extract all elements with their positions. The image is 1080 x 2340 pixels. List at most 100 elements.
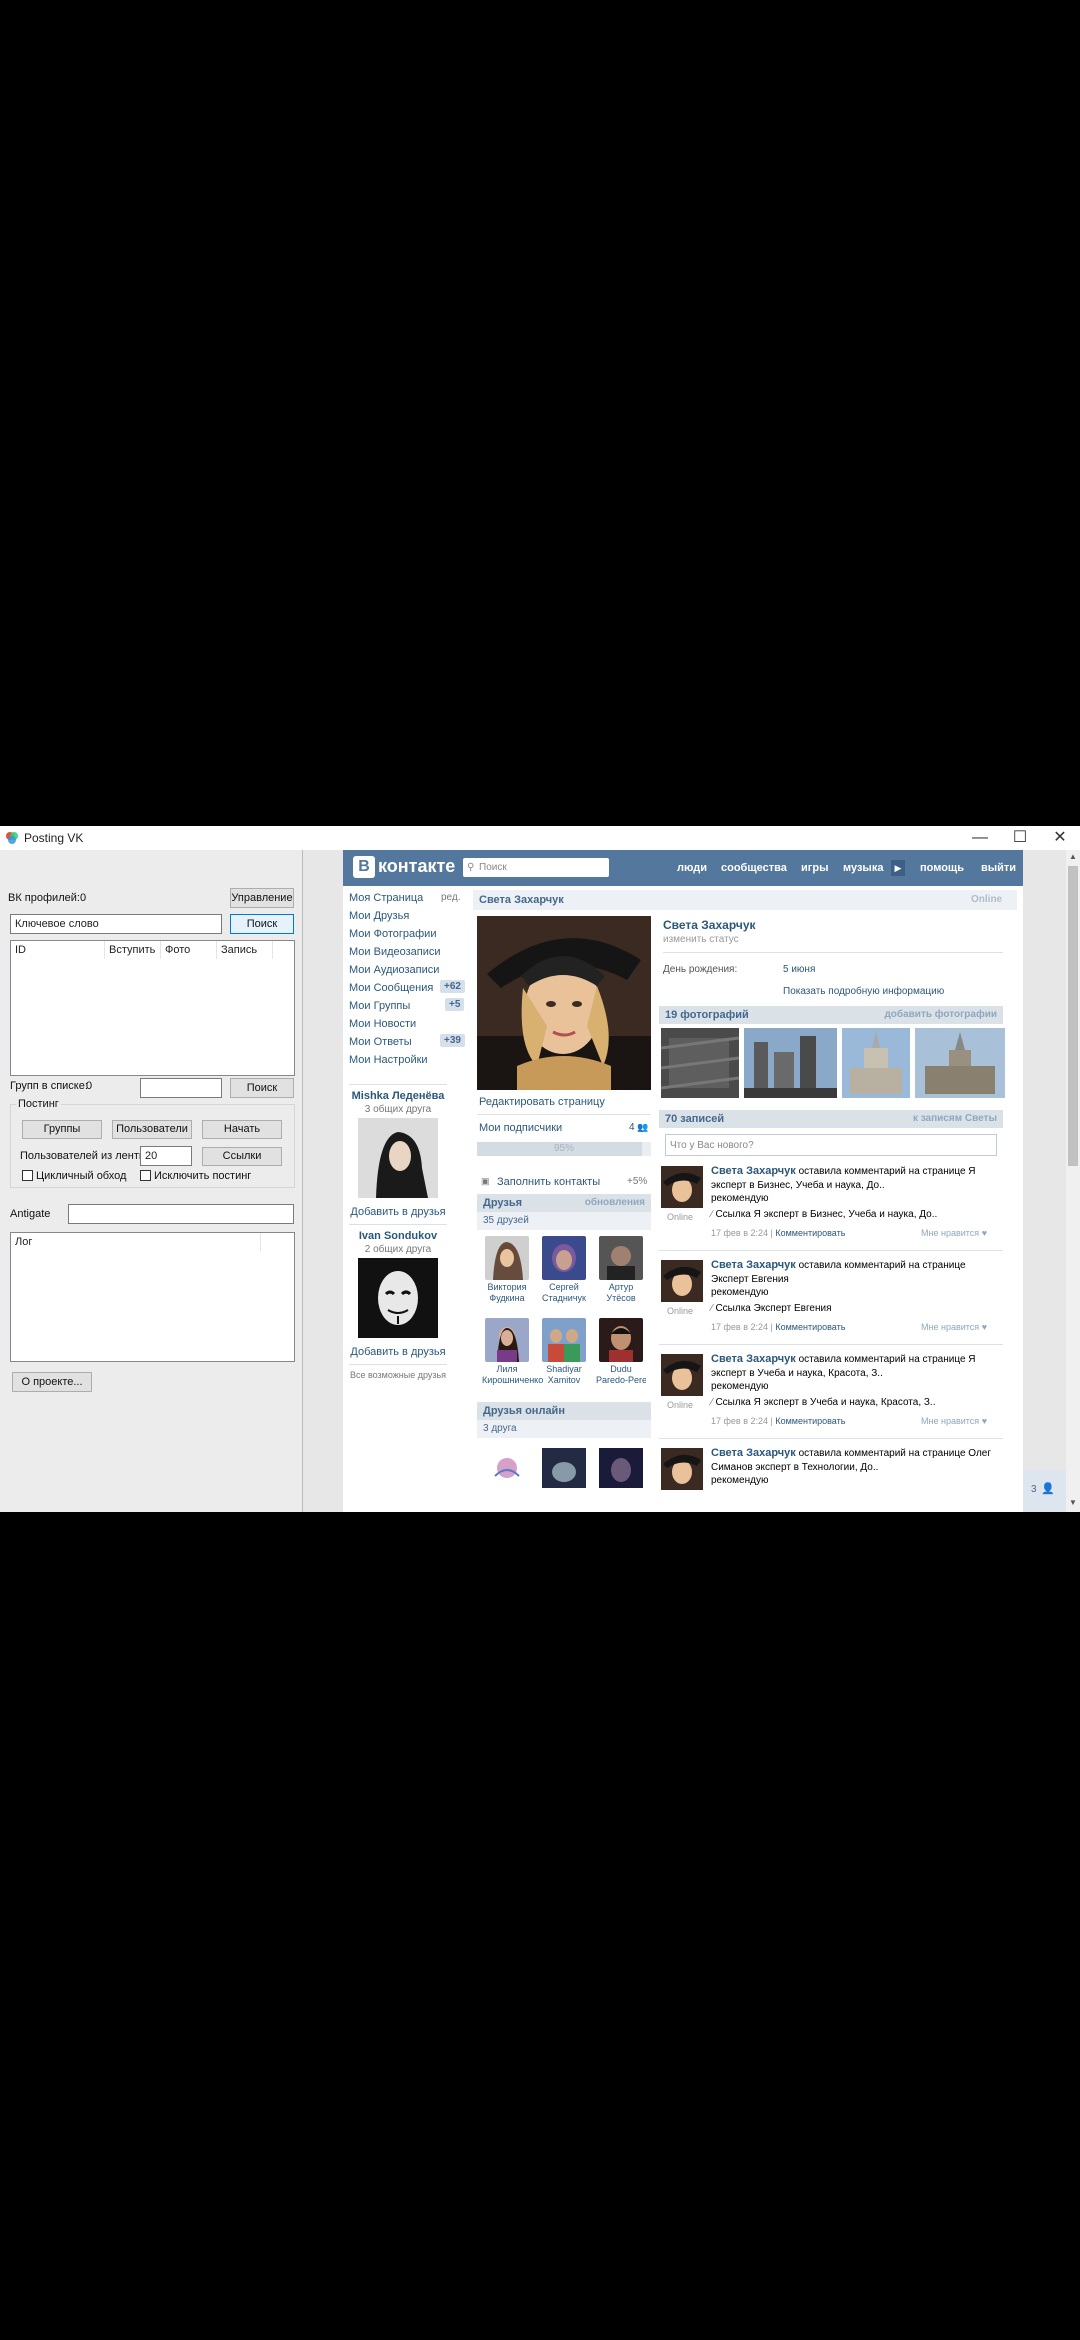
column-header-id[interactable]: ID	[11, 941, 105, 959]
column-header-join[interactable]: Вступить	[105, 941, 161, 959]
maximize-button[interactable]: ☐	[1000, 826, 1040, 850]
photo-thumb[interactable]	[661, 1028, 739, 1098]
menu-my-videos[interactable]: Мои Видеозаписи	[349, 946, 441, 958]
about-button[interactable]: О проекте...	[12, 1372, 92, 1392]
post-author-avatar[interactable]	[661, 1166, 703, 1208]
whats-new-input[interactable]: Что у Вас нового?	[665, 1134, 997, 1156]
post-author-name[interactable]: Света Захарчук	[711, 1165, 796, 1177]
vk-search-input[interactable]: ⚲ Поиск	[463, 858, 609, 877]
menu-my-answers[interactable]: Мои Ответы	[349, 1036, 412, 1048]
friend-first-name[interactable]: Лиля	[482, 1364, 532, 1375]
online-friend-photo[interactable]	[599, 1448, 643, 1488]
minimize-button[interactable]: —	[960, 826, 1000, 850]
post-comment-link[interactable]: Комментировать	[775, 1416, 845, 1426]
suggest-add-1[interactable]: Добавить в друзья	[349, 1206, 447, 1218]
wall-filter-link[interactable]: к записям Светы	[913, 1110, 997, 1128]
post-date[interactable]: 17 фев в 2:24	[711, 1228, 768, 1238]
post-link[interactable]: Ссылка Я эксперт в Учеба и наука, Красот…	[715, 1397, 935, 1408]
nav-communities[interactable]: сообщества	[721, 862, 787, 874]
menu-my-audio[interactable]: Мои Аудиозаписи	[349, 964, 439, 976]
wall-section-header[interactable]: 70 записей к записям Светы	[659, 1110, 1003, 1128]
friend-photo[interactable]	[542, 1236, 586, 1280]
photos-section-header[interactable]: 19 фотографий добавить фотографии	[659, 1006, 1003, 1024]
post-attachment[interactable]: ⁄ Ссылка Эксперт Евгения	[711, 1302, 831, 1316]
exclude-posting-checkbox[interactable]	[140, 1170, 151, 1181]
answers-badge[interactable]: +39	[440, 1034, 465, 1047]
scroll-down-arrow[interactable]: ▼	[1066, 1496, 1080, 1510]
vertical-scrollbar[interactable]: ▲ ▼	[1066, 850, 1080, 1512]
users-from-feed-input[interactable]: 20	[140, 1146, 192, 1166]
suggest-add-2[interactable]: Добавить в друзья	[349, 1346, 447, 1358]
friends-online-header[interactable]: Друзья онлайн	[477, 1402, 651, 1420]
my-subscribers-link[interactable]: Мои подписчики	[479, 1122, 562, 1134]
menu-edit-link[interactable]: ред.	[441, 892, 461, 903]
groups-filter-input[interactable]	[140, 1078, 222, 1098]
post-date[interactable]: 17 фев в 2:24	[711, 1416, 768, 1426]
friend-first-name[interactable]: Dudu	[596, 1364, 646, 1375]
friend-last-name[interactable]: Утёсов	[596, 1293, 646, 1304]
friend-photo[interactable]	[485, 1236, 529, 1280]
add-photos-link[interactable]: добавить фотографии	[884, 1006, 997, 1024]
keyword-input[interactable]: Ключевое слово	[10, 914, 222, 934]
post-author-avatar[interactable]	[661, 1448, 703, 1490]
menu-my-friends[interactable]: Мои Друзья	[349, 910, 409, 922]
post-author-avatar[interactable]	[661, 1354, 703, 1396]
online-friend-photo[interactable]	[485, 1448, 529, 1488]
show-details-link[interactable]: Показать подробную информацию	[783, 986, 944, 997]
friends-online-count[interactable]: 3 друга	[477, 1420, 651, 1438]
menu-my-settings[interactable]: Мои Настройки	[349, 1054, 428, 1066]
nav-music[interactable]: музыка	[843, 862, 883, 874]
friends-section-header[interactable]: Друзья обновления	[477, 1194, 651, 1212]
nav-people[interactable]: люди	[677, 862, 707, 874]
log-list[interactable]: Лог	[10, 1232, 295, 1362]
manage-button[interactable]: Управление	[230, 888, 294, 908]
fill-contacts-link[interactable]: Заполнить контакты	[497, 1176, 600, 1188]
links-button[interactable]: Ссылки	[202, 1147, 282, 1166]
friend-first-name[interactable]: Сергей	[539, 1282, 589, 1293]
post-like-button[interactable]: Мне нравится ♥	[921, 1416, 987, 1426]
online-friend-photo[interactable]	[542, 1448, 586, 1488]
photo-thumb[interactable]	[744, 1028, 837, 1098]
post-attachment[interactable]: ⁄ Ссылка Я эксперт в Учеба и наука, Крас…	[711, 1396, 935, 1410]
groups-table[interactable]: ID Вступить Фото Запись	[10, 940, 295, 1076]
profile-avatar[interactable]	[477, 916, 651, 1090]
friend-first-name[interactable]: Артур	[596, 1282, 646, 1293]
nav-help[interactable]: помощь	[920, 862, 964, 874]
column-header-post[interactable]: Запись	[217, 941, 273, 959]
friend-last-name[interactable]: Фудкина	[482, 1293, 532, 1304]
post-date[interactable]: 17 фев в 2:24	[711, 1322, 768, 1332]
post-like-button[interactable]: Мне нравится ♥	[921, 1228, 987, 1238]
cyclic-checkbox[interactable]	[22, 1170, 33, 1181]
menu-my-page[interactable]: Моя Страница	[349, 892, 423, 904]
photo-thumb[interactable]	[842, 1028, 910, 1098]
post-attachment[interactable]: ⁄ Ссылка Я эксперт в Бизнес, Учеба и нау…	[711, 1208, 937, 1222]
friend-first-name[interactable]: Shadiyar	[539, 1364, 589, 1375]
post-author-avatar[interactable]	[661, 1260, 703, 1302]
suggest-avatar-2[interactable]	[358, 1258, 438, 1338]
column-header-photo[interactable]: Фото	[161, 941, 217, 959]
log-header[interactable]: Лог	[11, 1233, 261, 1251]
search-button[interactable]: Поиск	[230, 914, 294, 934]
post-author-name[interactable]: Света Захарчук	[711, 1447, 796, 1459]
music-play-icon[interactable]: ▶	[891, 860, 905, 876]
vk-logo[interactable]: Вконтакте	[353, 856, 455, 880]
friend-last-name[interactable]: Xamitov	[539, 1375, 589, 1386]
scroll-thumb[interactable]	[1068, 866, 1078, 1166]
friend-photo[interactable]	[485, 1318, 529, 1362]
friends-count[interactable]: 35 друзей	[477, 1212, 651, 1230]
suggest-name-2[interactable]: Ivan Sondukov	[349, 1230, 447, 1242]
friend-photo[interactable]	[599, 1236, 643, 1280]
post-author-name[interactable]: Света Захарчук	[711, 1353, 796, 1365]
groups-badge[interactable]: +5	[445, 998, 465, 1011]
messages-badge[interactable]: +62	[440, 980, 465, 993]
friend-last-name[interactable]: Стадничук	[539, 1293, 589, 1304]
friend-last-name[interactable]: Кирошниченко	[482, 1375, 543, 1386]
birthday-value[interactable]: 5 июня	[783, 964, 815, 975]
nav-games[interactable]: игры	[801, 862, 828, 874]
antigate-input[interactable]	[68, 1204, 294, 1224]
menu-my-news[interactable]: Мои Новости	[349, 1018, 416, 1030]
chat-widget[interactable]: 3 👤	[1023, 1470, 1066, 1512]
friend-last-name[interactable]: Paredo-Pereira-Ro	[596, 1375, 646, 1386]
groups-button[interactable]: Группы	[22, 1120, 102, 1139]
close-button[interactable]: ✕	[1040, 826, 1080, 850]
